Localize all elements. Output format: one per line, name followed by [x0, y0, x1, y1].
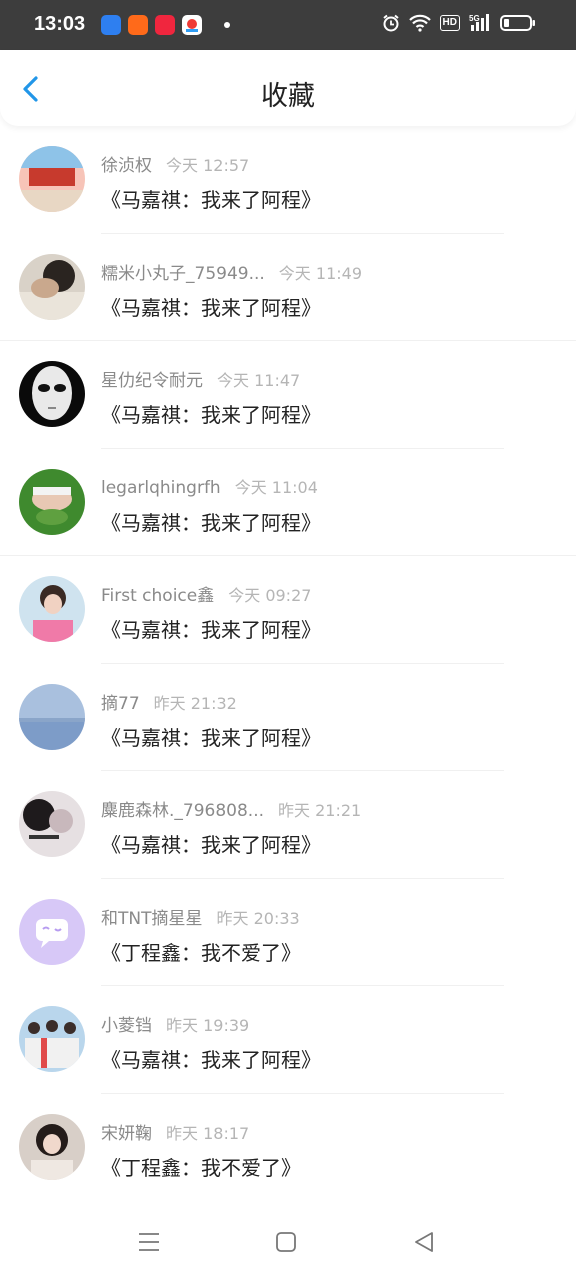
username: 徐浈权 [101, 156, 152, 176]
menu-icon[interactable] [137, 1231, 161, 1253]
battery-icon [500, 15, 535, 31]
timestamp: 昨天 20:33 [216, 908, 300, 928]
timestamp: 今天 11:04 [234, 477, 318, 497]
list-item[interactable]: 麋鹿森林._796808... 昨天 21:21 《马嘉祺：我来了阿程》 [0, 771, 576, 879]
timestamp: 昨天 18:17 [166, 1123, 250, 1143]
system-nav-bar [0, 1198, 576, 1280]
page-title: 收藏 [261, 81, 315, 112]
username: legarlqhingrfh [101, 477, 221, 498]
story-title[interactable]: 《马嘉祺：我来了阿程》 [101, 829, 321, 858]
avatar[interactable] [19, 361, 85, 427]
story-title[interactable]: 《马嘉祺：我来了阿程》 [101, 1044, 321, 1073]
username: 和TNT摘星星 [101, 908, 203, 929]
back-triangle-icon[interactable] [413, 1231, 435, 1253]
notification-dot [224, 22, 230, 28]
baidu-app-icon [101, 15, 121, 35]
timestamp: 昨天 21:21 [278, 801, 362, 820]
story-title[interactable]: 《马嘉祺：我来了阿程》 [101, 292, 321, 321]
username: 星仂纪令耐元 [101, 371, 203, 391]
story-title[interactable]: 《丁程鑫：我不爱了》 [101, 937, 301, 966]
avatar[interactable] [19, 1006, 85, 1072]
map-app-icon [182, 15, 202, 35]
avatar[interactable] [19, 576, 85, 642]
signal-5g-icon: 5G [469, 14, 489, 31]
list-item[interactable]: 摘77 昨天 21:32 《马嘉祺：我来了阿程》 [0, 664, 576, 771]
avatar[interactable] [19, 683, 85, 750]
page-header: 收藏 [0, 50, 576, 126]
svg-text:5G: 5G [469, 14, 480, 23]
status-bar: 13:03 HD 5G [0, 0, 576, 50]
list-item[interactable]: 小菱铛 昨天 19:39 《马嘉祺：我来了阿程》 [0, 986, 576, 1094]
username: 麋鹿森林._796808... [101, 801, 265, 821]
avatar[interactable] [19, 468, 85, 535]
list-item[interactable]: 糯米小丸子_75949... 今天 11:49 《马嘉祺：我来了阿程》 [0, 234, 576, 341]
status-time: 13:03 [34, 13, 86, 35]
timestamp: 今天 11:49 [278, 263, 362, 283]
wifi-icon [408, 14, 431, 32]
timestamp: 今天 12:57 [166, 156, 250, 175]
story-title[interactable]: 《马嘉祺：我来了阿程》 [101, 507, 321, 536]
avatar[interactable] [19, 146, 85, 212]
timestamp: 今天 09:27 [228, 586, 312, 605]
story-title[interactable]: 《马嘉祺：我来了阿程》 [101, 399, 321, 428]
status-indicators: HD 5G [382, 13, 536, 33]
timestamp: 今天 11:47 [217, 371, 301, 390]
hd-badge: HD [439, 15, 460, 31]
list-item[interactable]: 宋妍鞠 昨天 18:17 《丁程鑫：我不爱了》 [0, 1094, 576, 1199]
story-title[interactable]: 《马嘉祺：我来了阿程》 [101, 614, 321, 643]
taobao-app-icon [128, 15, 148, 35]
xiaohongshu-app-icon [155, 15, 175, 35]
list-item[interactable]: 徐浈权 今天 12:57 《马嘉祺：我来了阿程》 [0, 126, 576, 234]
story-title[interactable]: 《丁程鑫：我不爱了》 [101, 1152, 301, 1181]
username: 摘77 [101, 693, 140, 714]
home-square-icon[interactable] [275, 1231, 297, 1253]
username: 糯米小丸子_75949... [101, 263, 265, 284]
list-item[interactable]: 星仂纪令耐元 今天 11:47 《马嘉祺：我来了阿程》 [0, 341, 576, 449]
timestamp: 昨天 19:39 [166, 1016, 250, 1035]
list-item[interactable]: 和TNT摘星星 昨天 20:33 《丁程鑫：我不爱了》 [0, 879, 576, 986]
username: 小菱铛 [101, 1016, 152, 1036]
timestamp: 昨天 21:32 [153, 693, 237, 713]
status-app-icons [101, 15, 230, 35]
favorites-list: 徐浈权 今天 12:57 《马嘉祺：我来了阿程》 糯米小丸子_75949... 今天… [0, 126, 576, 1198]
list-item[interactable]: First choice鑫 今天 09:27 《马嘉祺：我来了阿程》 [0, 556, 576, 664]
list-item[interactable]: legarlqhingrfh 今天 11:04 《马嘉祺：我来了阿程》 [0, 449, 576, 556]
avatar[interactable] [19, 1113, 85, 1180]
avatar[interactable] [19, 253, 85, 320]
alarm-icon [382, 14, 399, 32]
avatar[interactable] [19, 791, 85, 857]
story-title[interactable]: 《马嘉祺：我来了阿程》 [101, 722, 321, 751]
avatar[interactable] [19, 898, 85, 965]
username: First choice鑫 [101, 586, 215, 606]
username: 宋妍鞠 [101, 1123, 152, 1144]
story-title[interactable]: 《马嘉祺：我来了阿程》 [101, 184, 321, 213]
